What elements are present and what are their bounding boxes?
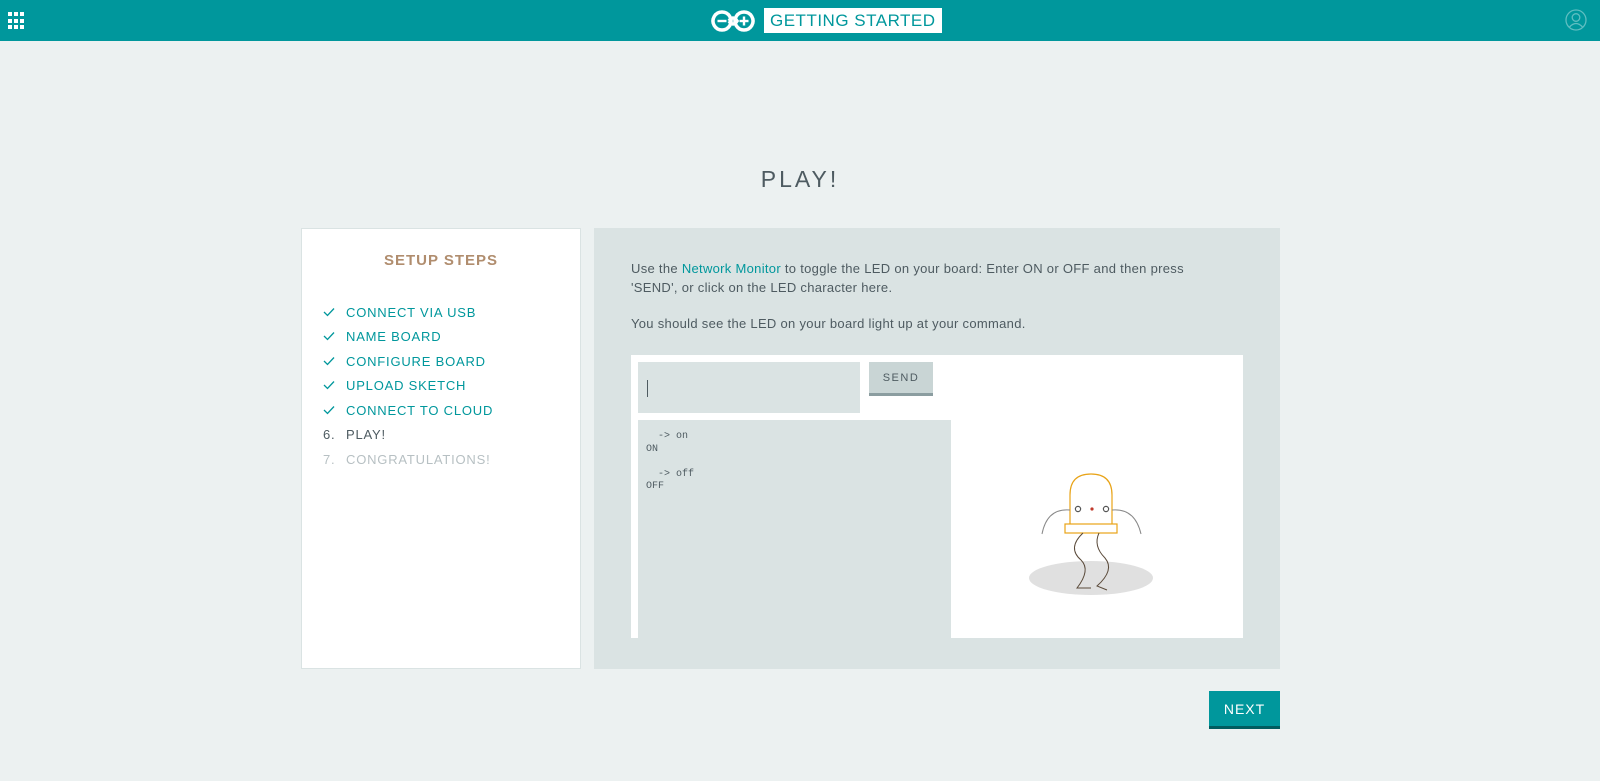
app-title: GETTING STARTED — [764, 8, 942, 33]
check-icon — [323, 378, 346, 393]
step-label: CONNECT VIA USB — [346, 304, 477, 320]
step-configure-board[interactable]: CONFIGURE BOARD — [323, 349, 580, 374]
instructions-text: Use the — [631, 261, 682, 276]
check-icon — [323, 354, 346, 369]
step-upload-sketch[interactable]: UPLOAD SKETCH — [323, 374, 580, 399]
setup-steps-panel: SETUP STEPS CONNECT VIA USB NAME BOARD C… — [301, 228, 581, 669]
arduino-logo-icon — [711, 9, 755, 32]
page-title: PLAY! — [760, 166, 840, 192]
instructions: Use the Network Monitor to toggle the LE… — [631, 260, 1231, 352]
step-number: 7. — [323, 451, 336, 467]
user-account-icon[interactable] — [1565, 9, 1587, 31]
step-label: NAME BOARD — [346, 329, 442, 345]
check-icon — [323, 329, 346, 344]
network-monitor: SEND -> on ON -> off OFF — [631, 355, 1243, 638]
network-monitor-link[interactable]: Network Monitor — [682, 261, 781, 276]
instructions-paragraph-1: Use the Network Monitor to toggle the LE… — [631, 260, 1231, 297]
step-label: PLAY! — [346, 427, 386, 443]
setup-steps-heading: SETUP STEPS — [383, 252, 499, 269]
step-label: CONFIGURE BOARD — [346, 353, 486, 369]
step-label: UPLOAD SKETCH — [346, 378, 467, 394]
step-connect-to-cloud[interactable]: CONNECT TO CLOUD — [323, 398, 580, 423]
step-connect-via-usb[interactable]: CONNECT VIA USB — [323, 300, 580, 325]
step-play: 6. PLAY! — [323, 423, 580, 448]
text-cursor — [647, 380, 648, 397]
send-button[interactable]: SEND — [869, 362, 933, 396]
check-icon — [323, 403, 346, 418]
led-character-area — [951, 420, 1243, 638]
instructions-paragraph-2: You should see the LED on your board lig… — [631, 316, 1026, 331]
check-icon — [323, 305, 346, 320]
step-label: CONNECT TO CLOUD — [346, 402, 494, 418]
brand: GETTING STARTED — [710, 8, 942, 33]
top-bar: GETTING STARTED — [0, 0, 1600, 41]
step-number: 6. — [323, 427, 336, 443]
step-label: CONGRATULATIONS! — [346, 451, 491, 467]
step-name-board[interactable]: NAME BOARD — [323, 325, 580, 350]
apps-grid-icon[interactable] — [8, 12, 26, 30]
next-button[interactable]: NEXT — [1209, 691, 1280, 729]
led-character-icon[interactable] — [1021, 460, 1161, 600]
command-input[interactable] — [638, 362, 860, 413]
play-panel: Use the Network Monitor to toggle the LE… — [594, 228, 1280, 669]
step-congratulations: 7. CONGRATULATIONS! — [323, 447, 580, 472]
steps-list: CONNECT VIA USB NAME BOARD CONFIGURE BOA… — [302, 300, 580, 472]
monitor-log: -> on ON -> off OFF — [638, 420, 951, 638]
